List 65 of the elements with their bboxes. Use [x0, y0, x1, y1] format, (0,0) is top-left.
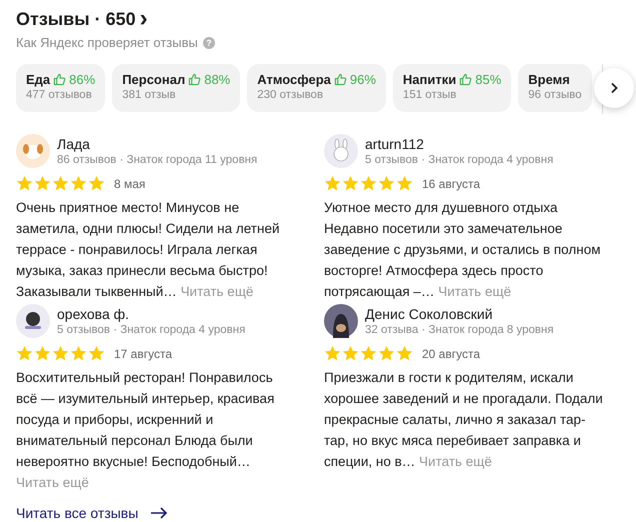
- star-icon: [360, 175, 377, 192]
- star-icon: [342, 345, 359, 362]
- author-meta: 5 отзывов · Знаток города 4 уровня: [57, 324, 246, 336]
- approval-percent: 85%: [475, 72, 502, 87]
- avatar-icon[interactable]: [16, 304, 50, 338]
- category-label: Еда: [26, 72, 50, 87]
- thumbs-up-icon: [53, 73, 66, 86]
- star-icon: [16, 345, 33, 362]
- approval-percent: 86%: [69, 72, 96, 87]
- author-name[interactable]: Лада: [57, 136, 258, 152]
- star-icon: [70, 345, 87, 362]
- author-meta: 5 отзывов · Знаток города 4 уровня: [365, 154, 554, 166]
- category-chip[interactable]: Атмосфера 96% 230 отзывов: [247, 64, 386, 112]
- star-icon: [324, 345, 341, 362]
- category-label: Напитки: [402, 72, 456, 87]
- category-chip[interactable]: Напитки 85% 151 отзыв: [392, 64, 512, 112]
- star-icon: [52, 175, 69, 192]
- star-icon: [34, 175, 51, 192]
- star-icon: [70, 175, 87, 192]
- review-count: 96 отзыво: [528, 89, 582, 101]
- category-label: Атмосфера: [257, 72, 331, 87]
- star-icon: [378, 345, 395, 362]
- review-count: 151 отзыв: [402, 89, 458, 101]
- thumbs-up-icon: [334, 73, 347, 86]
- star-icon: [88, 345, 105, 362]
- arrow-right-icon: [150, 507, 168, 519]
- approval-percent: 96%: [350, 72, 376, 87]
- thumbs-up-icon: [459, 73, 472, 86]
- author-meta: 86 отзывов · Знаток города 11 уровня: [57, 154, 258, 166]
- avatar-icon[interactable]: [324, 304, 358, 338]
- thumbs-up-icon: [188, 73, 202, 86]
- star-icon: [16, 175, 33, 192]
- review-text: Очень приятное место! Минусов не заметила, одни плюсы! Сидели на летней террасе - понравилось! Играла легкая музыка, заказ принесли весьма быстро! Заказывали тыквенный… Читать ещё: [16, 199, 280, 301]
- approval-percent: 88%: [204, 72, 230, 87]
- review-text: Уютное место для душевного отдыха Недавно посетили это замечательное заведение с друзьями, и остались в полном восторге! Атмосфера здесь просто потрясающая –… Читать ещё: [324, 199, 602, 301]
- review-date: 8 мая: [114, 176, 146, 190]
- author-meta: 32 отзыва · Знаток города 8 уровня: [365, 324, 554, 336]
- author-name[interactable]: орехова ф.: [57, 306, 246, 322]
- review-date: 16 августа: [422, 176, 480, 190]
- author-name[interactable]: Денис Соколовский: [365, 306, 554, 322]
- review-text: Восхитительный ресторан! Понравилось всё — изумительный интерьер, красивая посуда и приборы, искренний и внимательный персонал Блюда были невероятно вкусные! Бесподобный… Читать ещё: [16, 369, 276, 492]
- star-icon: [88, 175, 105, 192]
- star-icon: [52, 345, 69, 362]
- star-icon: [360, 345, 377, 362]
- category-chip[interactable]: Персонал 88% 381 отзыв: [112, 64, 240, 112]
- star-icon: [396, 175, 413, 192]
- star-icon: [324, 175, 341, 192]
- star-icon: [34, 345, 51, 362]
- review-date: 17 августа: [114, 346, 172, 360]
- section-title[interactable]: Отзывы · 650: [16, 8, 136, 30]
- chevron-icon[interactable]: ›: [140, 9, 148, 29]
- category-chip[interactable]: Еда 86% 477 отзывов: [16, 64, 106, 112]
- category-label: Персонал: [122, 72, 186, 87]
- review-date: 20 августа: [422, 346, 480, 360]
- review-count: 381 отзыв: [122, 89, 177, 101]
- star-icon: [396, 345, 413, 362]
- review-count: 230 отзывов: [257, 89, 324, 101]
- category-chip[interactable]: Время 96 отзыво: [518, 64, 592, 112]
- category-label: Время: [528, 72, 570, 87]
- review-text: Приезжали в гости к родителям, искали хорошее заведений и не прогадали. Подали прекрасные салаты, лично я заказал тар- тар, но вкус мяса перебивает заправка и специи, но в… Читать ещё: [324, 369, 604, 471]
- all-reviews-link[interactable]: Читать все отзывы: [16, 505, 168, 521]
- review-count: 477 отзывов: [26, 89, 93, 101]
- star-icon: [342, 175, 359, 192]
- star-icon: [378, 175, 395, 192]
- author-name[interactable]: arturn112: [365, 136, 554, 152]
